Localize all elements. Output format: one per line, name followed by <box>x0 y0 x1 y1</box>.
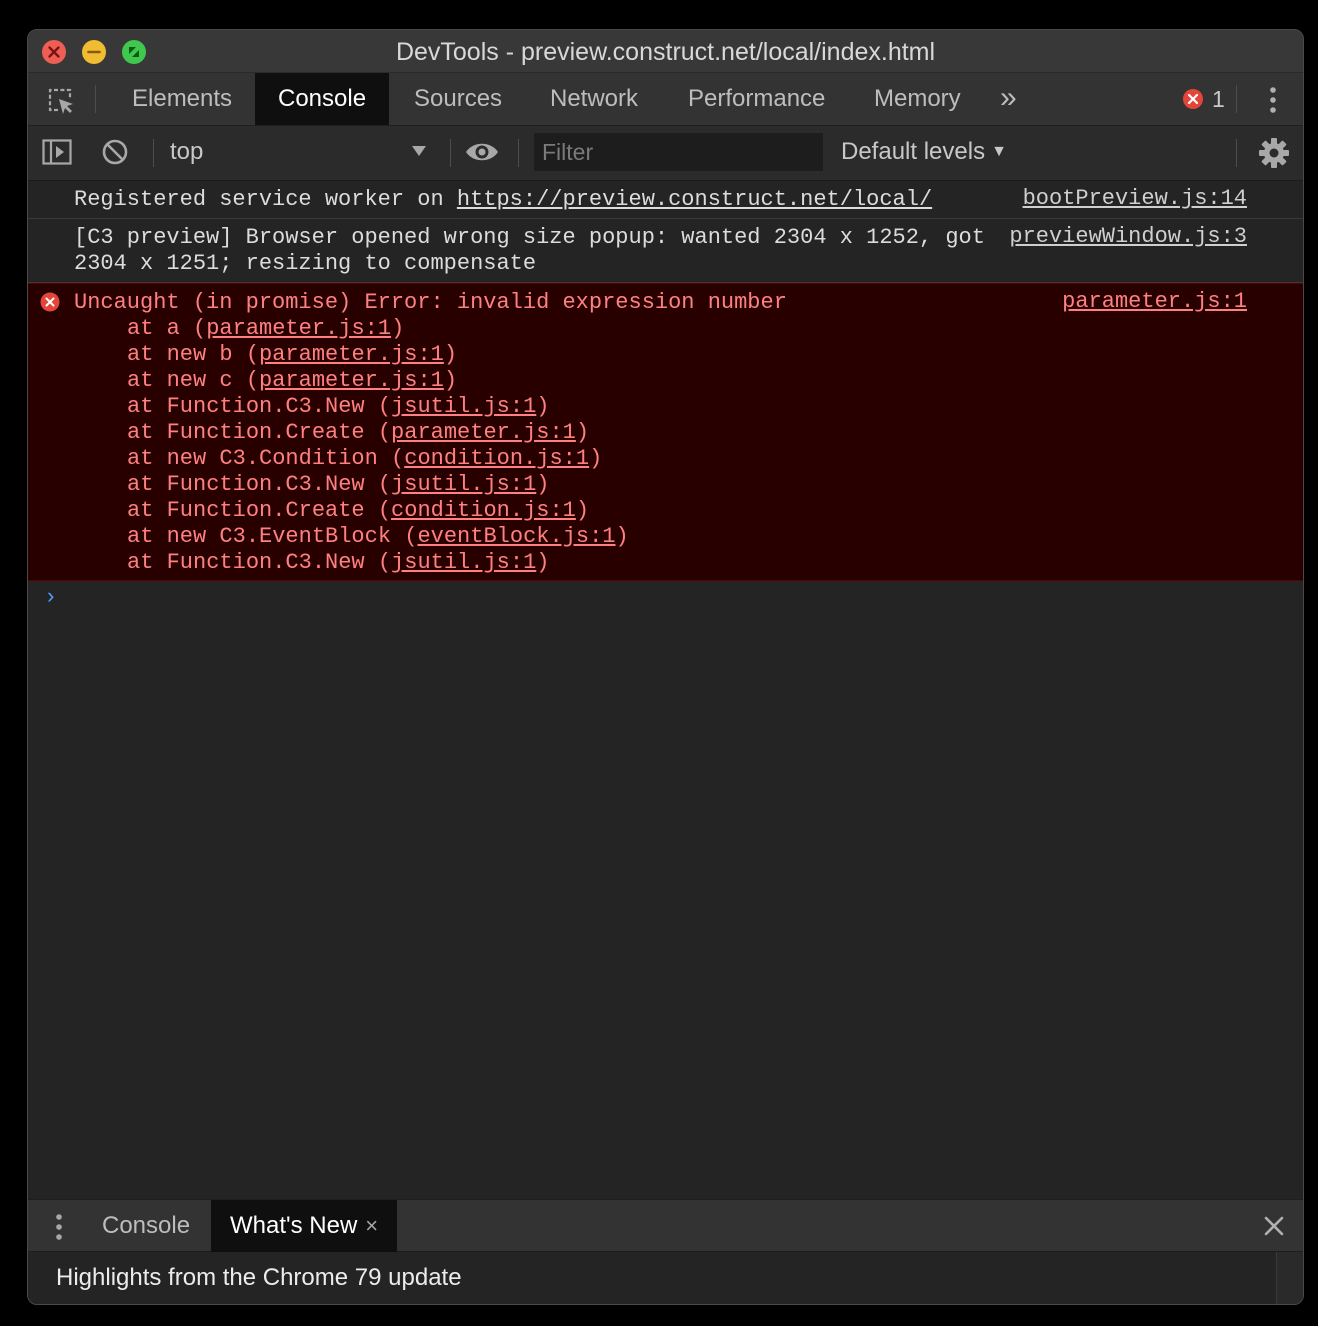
stack-frame: at new b (parameter.js:1) <box>127 342 458 367</box>
devtools-window: DevTools - preview.construct.net/local/i… <box>27 29 1304 1305</box>
error-icon <box>1183 89 1203 109</box>
console-toolbar: top Default levels ▼ <box>28 126 1303 181</box>
stack-frame-link[interactable]: parameter.js:1 <box>206 316 391 341</box>
stack-frame-link[interactable]: jsutil.js:1 <box>391 394 536 419</box>
stack-frame: at new C3.EventBlock (eventBlock.js:1) <box>127 524 629 549</box>
chevron-down-icon: ▼ <box>991 143 1007 160</box>
kebab-menu-icon <box>1270 87 1276 113</box>
show-sidebar-button[interactable] <box>42 138 72 171</box>
separator <box>1236 139 1237 167</box>
close-tab-icon[interactable]: × <box>365 1213 378 1238</box>
drawer-tabs-bar: Console What's New × <box>28 1199 1303 1252</box>
console-settings-button[interactable] <box>1258 137 1290 174</box>
drawer-tab-console[interactable]: Console <box>83 1200 209 1252</box>
stack-frame: at a (parameter.js:1) <box>127 316 405 341</box>
tab-performance[interactable]: Performance <box>665 73 848 125</box>
kebab-menu-icon <box>56 1214 62 1240</box>
source-link[interactable]: parameter.js:1 <box>1062 289 1247 315</box>
separator <box>153 139 154 167</box>
stack-frame: at Function.Create (condition.js:1) <box>127 498 590 523</box>
error-text: Uncaught (in promise) Error: invalid exp… <box>74 290 787 315</box>
stack-frame-link[interactable]: parameter.js:1 <box>259 368 444 393</box>
close-icon <box>1264 1216 1284 1236</box>
error-icon <box>40 292 60 312</box>
log-levels-label: Default levels <box>841 138 986 165</box>
tab-network[interactable]: Network <box>527 73 661 125</box>
context-dropdown-button[interactable] <box>411 144 427 162</box>
inspect-element-icon <box>48 88 73 114</box>
stack-frame-link[interactable]: parameter.js:1 <box>391 420 576 445</box>
stack-frame-link[interactable]: condition.js:1 <box>391 498 576 523</box>
stack-frame-link[interactable]: jsutil.js:1 <box>391 550 536 575</box>
log-levels-dropdown[interactable]: Default levels ▼ <box>841 138 1007 166</box>
eye-icon <box>466 143 498 161</box>
whats-new-panel: Highlights from the Chrome 79 update <box>28 1252 1303 1304</box>
tab-memory[interactable]: Memory <box>851 73 984 125</box>
tab-sources[interactable]: Sources <box>391 73 525 125</box>
context-selector[interactable]: top <box>170 138 203 166</box>
filter-input[interactable] <box>534 133 823 171</box>
stack-frame: at Function.Create (parameter.js:1) <box>127 420 590 445</box>
title-bar: DevTools - preview.construct.net/local/i… <box>28 30 1303 73</box>
stack-frame: at Function.C3.New (jsutil.js:1) <box>127 550 550 575</box>
sidebar-toggle-icon <box>42 139 72 165</box>
stack-frame-link[interactable]: jsutil.js:1 <box>391 472 536 497</box>
stack-frame-link[interactable]: condition.js:1 <box>404 446 589 471</box>
stack-frame: at new c (parameter.js:1) <box>127 368 458 393</box>
window-title: DevTools - preview.construct.net/local/i… <box>395 38 936 66</box>
error-count: 1 <box>1212 86 1225 112</box>
live-expression-button[interactable] <box>465 140 499 169</box>
console-message: [C3 preview] Browser opened wrong size p… <box>28 219 1303 283</box>
close-drawer-button[interactable] <box>1262 1214 1286 1243</box>
console-output[interactable]: Registered service worker on https://pre… <box>28 181 1303 1199</box>
inspect-element-button[interactable] <box>46 86 76 121</box>
tab-elements[interactable]: Elements <box>109 73 255 125</box>
separator <box>450 139 451 167</box>
devtools-menu-button[interactable] <box>1268 85 1278 120</box>
stack-frame-link[interactable]: parameter.js:1 <box>259 342 444 367</box>
stack-frame-link[interactable]: eventBlock.js:1 <box>417 524 615 549</box>
message-text: Registered service worker on <box>74 187 457 212</box>
drawer-tab-whats-new[interactable]: What's New × <box>211 1200 398 1252</box>
console-prompt[interactable]: › <box>44 585 57 610</box>
clear-console-button[interactable] <box>101 138 129 171</box>
stack-frame: at Function.C3.New (jsutil.js:1) <box>127 394 550 419</box>
separator <box>95 85 96 113</box>
stack-trace: at a (parameter.js:1) at new b (paramete… <box>28 316 1303 576</box>
drawer-tab-label: What's New <box>230 1212 358 1239</box>
settings-gear-icon <box>1259 138 1289 168</box>
drawer-menu-button[interactable] <box>54 1212 64 1247</box>
whats-new-heading: Highlights from the Chrome 79 update <box>56 1264 462 1291</box>
tab-console[interactable]: Console <box>255 73 390 125</box>
more-tabs-button[interactable]: » <box>1000 81 1017 115</box>
stack-frame: at Function.C3.New (jsutil.js:1) <box>127 472 550 497</box>
panel-tabs-bar: Elements Console Sources Network Perform… <box>28 73 1303 126</box>
separator <box>1236 85 1237 113</box>
clear-console-icon <box>102 139 128 165</box>
source-link[interactable]: previewWindow.js:3 <box>1009 224 1247 250</box>
source-link[interactable]: bootPreview.js:14 <box>1023 186 1247 212</box>
message-url-link[interactable]: https://preview.construct.net/local/ <box>457 187 932 212</box>
separator <box>518 139 519 167</box>
chevron-down-icon <box>412 146 426 156</box>
message-text: [C3 preview] Browser opened wrong size p… <box>74 225 999 276</box>
console-message: Registered service worker on https://pre… <box>28 181 1303 219</box>
console-error-message: Uncaught (in promise) Error: invalid exp… <box>28 283 1303 581</box>
stack-frame: at new C3.Condition (condition.js:1) <box>127 446 603 471</box>
scrollbar[interactable] <box>1276 1252 1303 1304</box>
